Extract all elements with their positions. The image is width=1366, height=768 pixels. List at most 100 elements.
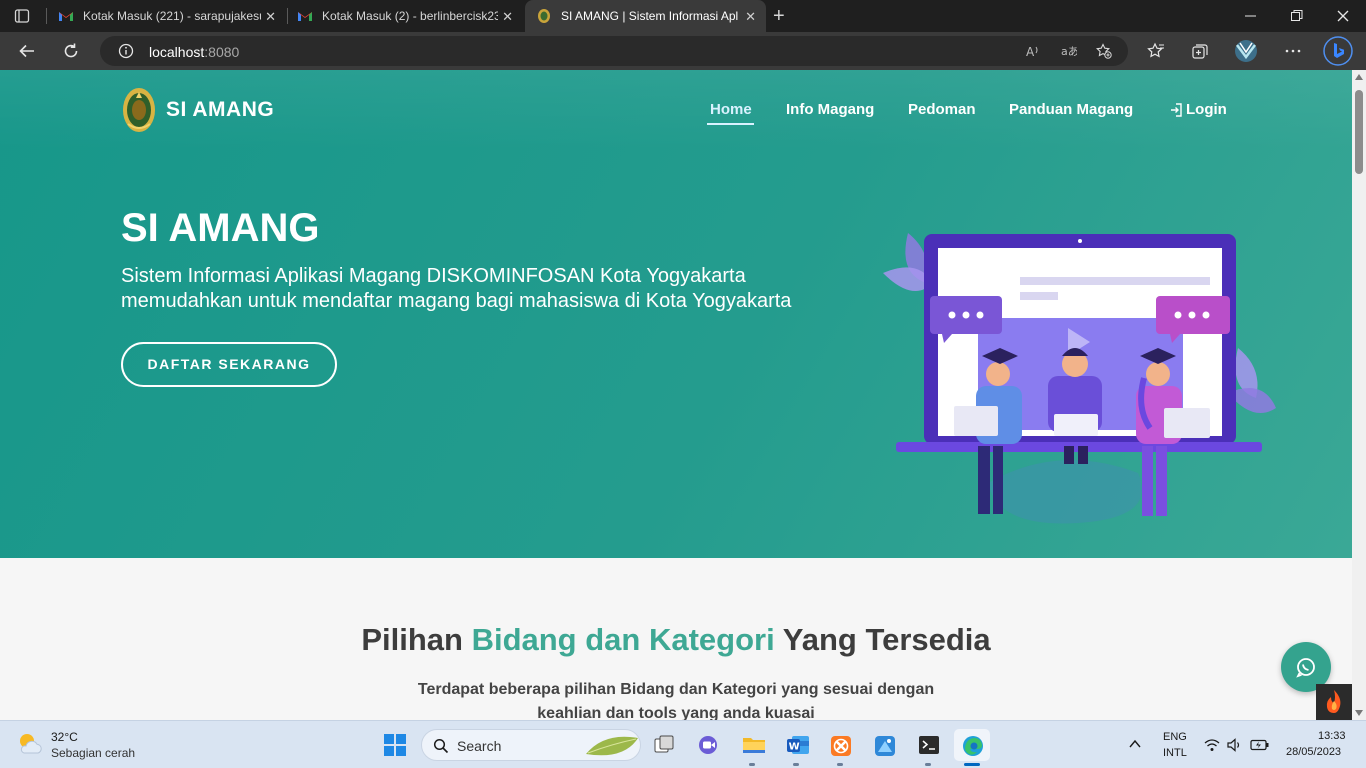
volume-icon[interactable]	[1227, 738, 1243, 752]
address-bar[interactable]: localhost:8080 A aあ	[100, 36, 1128, 66]
nav-pedoman[interactable]: Pedoman	[908, 101, 976, 118]
browser-tab-strip: Kotak Masuk (221) - sarapujakesu ✕ Kotak…	[0, 0, 1366, 32]
daftar-sekarang-button[interactable]: DAFTAR SEKARANG	[121, 342, 337, 387]
reload-icon[interactable]	[62, 42, 80, 60]
page-scrollbar[interactable]	[1352, 70, 1366, 720]
svg-text:W: W	[789, 742, 800, 753]
scroll-down-arrow[interactable]	[1355, 710, 1363, 716]
running-indicator	[925, 763, 931, 766]
tab-gmail-1[interactable]: Kotak Masuk (221) - sarapujakesu ✕	[58, 0, 286, 32]
site-info-icon[interactable]	[118, 43, 134, 59]
jogja-crest-logo	[123, 88, 155, 132]
section-description: Terdapat beberapa pilihan Bidang dan Kat…	[417, 681, 935, 720]
search-label: Search	[457, 738, 502, 754]
brand-name: SI AMANG	[166, 98, 275, 121]
more-options-icon[interactable]	[1284, 42, 1302, 60]
brand[interactable]: SI AMANG	[122, 86, 274, 134]
nav-home[interactable]: Home	[710, 101, 752, 118]
tab-close-icon[interactable]: ✕	[265, 9, 276, 25]
tab-title: Kotak Masuk (2) - berlinbercisk23	[322, 9, 498, 23]
scroll-up-arrow[interactable]	[1355, 74, 1363, 80]
tab-close-icon[interactable]: ✕	[502, 9, 513, 25]
jogja-crest-icon	[538, 9, 550, 23]
running-indicator	[837, 763, 843, 766]
online-learning-illustration	[883, 233, 1276, 524]
running-indicator	[793, 763, 799, 766]
back-arrow-icon[interactable]	[18, 42, 36, 60]
devtools-badge[interactable]	[1316, 684, 1352, 720]
edge-button[interactable]	[954, 729, 990, 761]
clock-time[interactable]: 13:33	[1318, 730, 1346, 742]
add-favorite-icon[interactable]	[1096, 43, 1112, 59]
new-tab-button[interactable]: +	[773, 5, 785, 28]
svg-text:aあ: aあ	[1061, 45, 1077, 58]
meet-now-button[interactable]	[690, 729, 726, 761]
url-host: localhost	[149, 44, 205, 60]
translate-icon[interactable]: aあ	[1061, 43, 1077, 59]
battery-charging-icon[interactable]	[1250, 738, 1270, 752]
browser-toolbar: localhost:8080 A aあ	[0, 32, 1366, 70]
windows-logo-icon	[384, 734, 406, 756]
hero-title: SI AMANG	[121, 206, 320, 250]
windows-taskbar: 32°C Sebagian cerah Search W ENG INTL 13…	[0, 720, 1366, 768]
weather-description[interactable]: Sebagian cerah	[51, 746, 135, 760]
snipping-tool-icon	[875, 736, 895, 756]
word-button[interactable]: W	[778, 729, 814, 761]
show-hidden-icons-chevron-icon[interactable]	[1129, 739, 1141, 749]
word-icon: W	[787, 736, 809, 754]
bing-copilot-icon[interactable]	[1323, 36, 1353, 66]
wifi-icon[interactable]	[1204, 738, 1220, 752]
scrollbar-thumb[interactable]	[1355, 90, 1363, 174]
partly-sunny-icon[interactable]	[16, 731, 44, 757]
nav-panduan-magang[interactable]: Panduan Magang	[1009, 101, 1133, 118]
file-explorer-button[interactable]	[734, 729, 770, 761]
nav-active-indicator	[707, 123, 754, 125]
tab-actions-icon[interactable]	[14, 8, 30, 24]
nav-login[interactable]: Login	[1170, 101, 1227, 118]
tab-separator	[287, 8, 288, 24]
language-code[interactable]: ENG	[1163, 731, 1187, 743]
folder-icon	[743, 738, 765, 753]
hero-section: SI AMANG Home Info Magang Pedoman Pandua…	[0, 70, 1352, 558]
url-port: :8080	[204, 44, 240, 60]
tab-title: Kotak Masuk (221) - sarapujakesu	[83, 9, 261, 23]
video-call-icon	[699, 736, 717, 754]
page-viewport: SI AMANG Home Info Magang Pedoman Pandua…	[0, 70, 1352, 720]
profile-avatar-icon[interactable]	[1233, 39, 1259, 63]
snipping-tool-button[interactable]	[866, 729, 902, 761]
edge-icon	[963, 736, 983, 756]
section-title-pre: Pilihan	[361, 622, 472, 657]
task-view-button[interactable]	[646, 729, 682, 761]
search-highlight-leaf-icon	[586, 736, 638, 756]
xampp-button[interactable]	[822, 729, 858, 761]
tab-si-amang[interactable]: SI AMANG | Sistem Informasi Apl ✕	[525, 0, 766, 32]
hero-subtitle: Sistem Informasi Aplikasi Magang DISKOMI…	[121, 265, 792, 312]
url-text: localhost:8080	[149, 44, 239, 60]
terminal-button[interactable]	[910, 729, 946, 761]
running-indicator	[749, 763, 755, 766]
restore-icon[interactable]	[1291, 10, 1303, 22]
section-title-accent: Bidang dan Kategori	[471, 622, 775, 657]
task-view-icon	[654, 735, 674, 753]
gmail-icon	[298, 12, 312, 21]
section-title: Pilihan Bidang dan Kategori Yang Tersedi…	[0, 622, 1352, 658]
weather-temperature[interactable]: 32°C	[51, 730, 78, 744]
start-button[interactable]	[377, 729, 413, 761]
flame-icon	[1326, 690, 1341, 713]
collections-icon[interactable]	[1191, 42, 1209, 60]
nav-info-magang[interactable]: Info Magang	[786, 101, 874, 118]
keyboard-layout[interactable]: INTL	[1163, 747, 1187, 759]
clock-date[interactable]: 28/05/2023	[1286, 746, 1341, 758]
active-app-indicator	[964, 763, 980, 766]
login-icon	[1171, 102, 1182, 117]
tab-gmail-2[interactable]: Kotak Masuk (2) - berlinbercisk23 ✕	[297, 0, 523, 32]
minimize-icon[interactable]	[1245, 11, 1257, 21]
favorites-icon[interactable]	[1147, 42, 1165, 60]
gmail-icon	[59, 12, 73, 21]
close-window-icon[interactable]	[1337, 10, 1349, 22]
nav-login-label: Login	[1186, 101, 1227, 118]
read-aloud-icon[interactable]: A	[1025, 43, 1041, 59]
tab-close-icon[interactable]: ✕	[745, 9, 756, 25]
xampp-icon	[831, 736, 851, 756]
taskbar-search[interactable]: Search	[421, 729, 641, 761]
